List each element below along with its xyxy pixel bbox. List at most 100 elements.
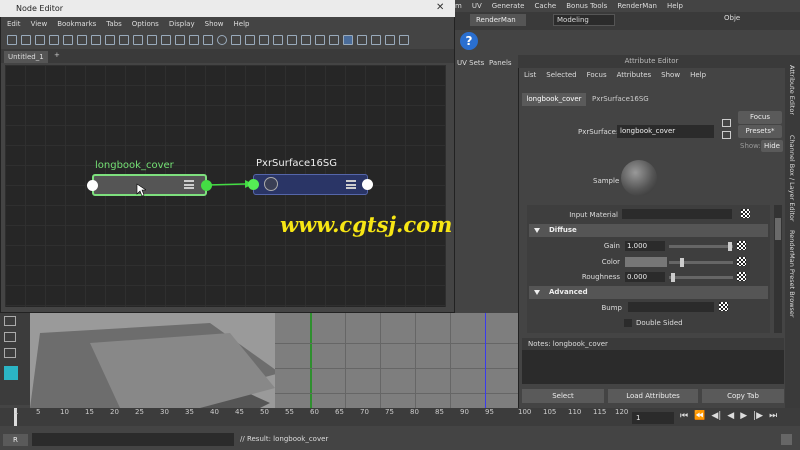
load-attributes-button[interactable]: Load Attributes — [608, 389, 698, 403]
toolbar-icon[interactable] — [119, 35, 129, 45]
menu-item-help[interactable]: Help — [667, 2, 683, 10]
ae-menu-selected[interactable]: Selected — [546, 71, 576, 79]
menu-item-renderman[interactable]: RenderMan — [617, 2, 657, 10]
uv-sets-menu[interactable]: UV Sets — [457, 59, 484, 67]
shelf-tab-renderman[interactable]: RenderMan — [470, 14, 526, 26]
help-icon[interactable]: ? — [460, 32, 478, 50]
toolbar-icon[interactable] — [329, 35, 339, 45]
tab-attribute-editor[interactable]: Attribute Editor — [788, 65, 796, 115]
go-to-input-icon[interactable] — [722, 119, 731, 127]
toolbar-icon[interactable] — [287, 35, 297, 45]
roughness-field[interactable]: 0.000 — [625, 272, 665, 282]
node-input-port[interactable] — [248, 179, 259, 190]
close-icon[interactable]: ✕ — [436, 2, 444, 13]
ne-menu-tabs[interactable]: Tabs — [106, 20, 122, 28]
toolbar-icon[interactable] — [7, 35, 17, 45]
go-to-output-icon[interactable] — [722, 131, 731, 139]
diffuse-section-header[interactable]: Diffuse — [529, 224, 768, 237]
node-attributes-icon[interactable] — [346, 180, 356, 189]
command-input[interactable] — [32, 433, 234, 446]
workspace-dropdown[interactable]: Modeling — [553, 14, 615, 26]
toolbar-icon[interactable] — [63, 35, 73, 45]
node-attributes-icon[interactable] — [184, 180, 194, 189]
toolbar-icon[interactable] — [399, 35, 409, 45]
double-sided-checkbox[interactable] — [624, 319, 632, 327]
focus-button[interactable]: Focus — [738, 111, 782, 124]
node-output-port[interactable] — [362, 179, 373, 190]
toolbar-icon[interactable] — [245, 35, 255, 45]
tab-renderman-preset-browser[interactable]: RenderMan Preset Browser — [788, 230, 796, 318]
toolbar-icon[interactable] — [49, 35, 59, 45]
toolbar-icon[interactable] — [231, 35, 241, 45]
play-back-icon[interactable]: ◀ — [727, 411, 734, 421]
toolbar-icon[interactable] — [371, 35, 381, 45]
play-forward-icon[interactable]: ▶ — [740, 411, 747, 421]
node-editor-titlebar[interactable]: Node Editor — [0, 0, 455, 17]
toolbar-icon-active[interactable] — [343, 35, 353, 45]
copy-tab-button[interactable]: Copy Tab — [702, 389, 784, 403]
step-back-icon[interactable]: ◀| — [711, 411, 721, 421]
bump-field[interactable] — [628, 302, 714, 312]
map-button-icon[interactable] — [741, 209, 750, 218]
color-slider-track[interactable] — [669, 261, 733, 264]
roughness-slider-handle[interactable] — [671, 273, 675, 282]
layout-icon[interactable] — [4, 348, 16, 358]
input-material-field[interactable] — [622, 209, 732, 219]
ne-menu-display[interactable]: Display — [169, 20, 195, 28]
menu-item[interactable]: m — [455, 2, 462, 10]
menu-item-generate[interactable]: Generate — [492, 2, 525, 10]
layout-icon[interactable] — [4, 316, 16, 326]
toolbar-icon[interactable] — [21, 35, 31, 45]
toolbar-icon[interactable] — [273, 35, 283, 45]
presets-button[interactable]: Presets* — [738, 125, 782, 138]
script-editor-icon[interactable] — [781, 434, 792, 445]
map-button-icon[interactable] — [737, 257, 746, 266]
ne-menu-view[interactable]: View — [31, 20, 48, 28]
ae-menu-focus[interactable]: Focus — [587, 71, 607, 79]
toolbar-icon[interactable] — [189, 35, 199, 45]
ne-menu-bookmarks[interactable]: Bookmarks — [57, 20, 96, 28]
toolbar-icon[interactable] — [203, 35, 213, 45]
toolbar-icon[interactable] — [301, 35, 311, 45]
hide-button[interactable]: Hide — [761, 140, 783, 152]
collapse-arrow-icon[interactable] — [534, 228, 540, 233]
map-button-icon[interactable] — [719, 302, 728, 311]
step-back-key-icon[interactable]: ⏪ — [694, 411, 705, 421]
toolbar-icon[interactable] — [147, 35, 157, 45]
ae-menu-attributes[interactable]: Attributes — [617, 71, 652, 79]
go-to-end-icon[interactable]: ⏭ — [769, 411, 777, 421]
ae-tab-longbook-cover[interactable]: longbook_cover — [522, 93, 586, 106]
ne-menu-show[interactable]: Show — [205, 20, 224, 28]
toolbar-icon[interactable] — [105, 35, 115, 45]
panels-menu[interactable]: Panels — [489, 59, 512, 67]
material-swatch[interactable] — [621, 160, 657, 196]
go-to-start-icon[interactable]: ⏮ — [680, 411, 688, 421]
tab-channel-box[interactable]: Channel Box / Layer Editor — [788, 135, 796, 222]
script-language-toggle[interactable]: R — [3, 434, 28, 446]
map-button-icon[interactable] — [737, 272, 746, 281]
advanced-section-header[interactable]: Advanced — [529, 286, 768, 299]
tab-untitled[interactable]: Untitled_1 — [4, 51, 48, 63]
toolbar-icon[interactable] — [175, 35, 185, 45]
current-frame-field[interactable]: 1 — [632, 412, 674, 424]
ae-menu-show[interactable]: Show — [661, 71, 680, 79]
toolbar-icon[interactable] — [385, 35, 395, 45]
step-forward-icon[interactable]: |▶ — [753, 411, 763, 421]
toolbar-icon[interactable] — [77, 35, 87, 45]
ne-menu-options[interactable]: Options — [132, 20, 159, 28]
collapse-arrow-icon[interactable] — [534, 290, 540, 295]
toolbar-icon[interactable] — [91, 35, 101, 45]
gain-field[interactable]: 1.000 — [625, 241, 665, 251]
toolbar-icon[interactable] — [259, 35, 269, 45]
ne-menu-edit[interactable]: Edit — [7, 20, 21, 28]
ae-menu-help[interactable]: Help — [690, 71, 706, 79]
menu-item-bonus-tools[interactable]: Bonus Tools — [566, 2, 607, 10]
ae-tab-pxrsurface-sg[interactable]: PxrSurface16SG — [592, 93, 649, 106]
layout-icon[interactable] — [4, 332, 16, 342]
node-input-port[interactable] — [87, 180, 98, 191]
gain-slider-handle[interactable] — [728, 242, 732, 251]
notes-textarea[interactable] — [522, 350, 784, 384]
menu-item-cache[interactable]: Cache — [534, 2, 556, 10]
gain-slider-track[interactable] — [669, 245, 733, 248]
add-tab-button[interactable]: + — [54, 51, 60, 59]
